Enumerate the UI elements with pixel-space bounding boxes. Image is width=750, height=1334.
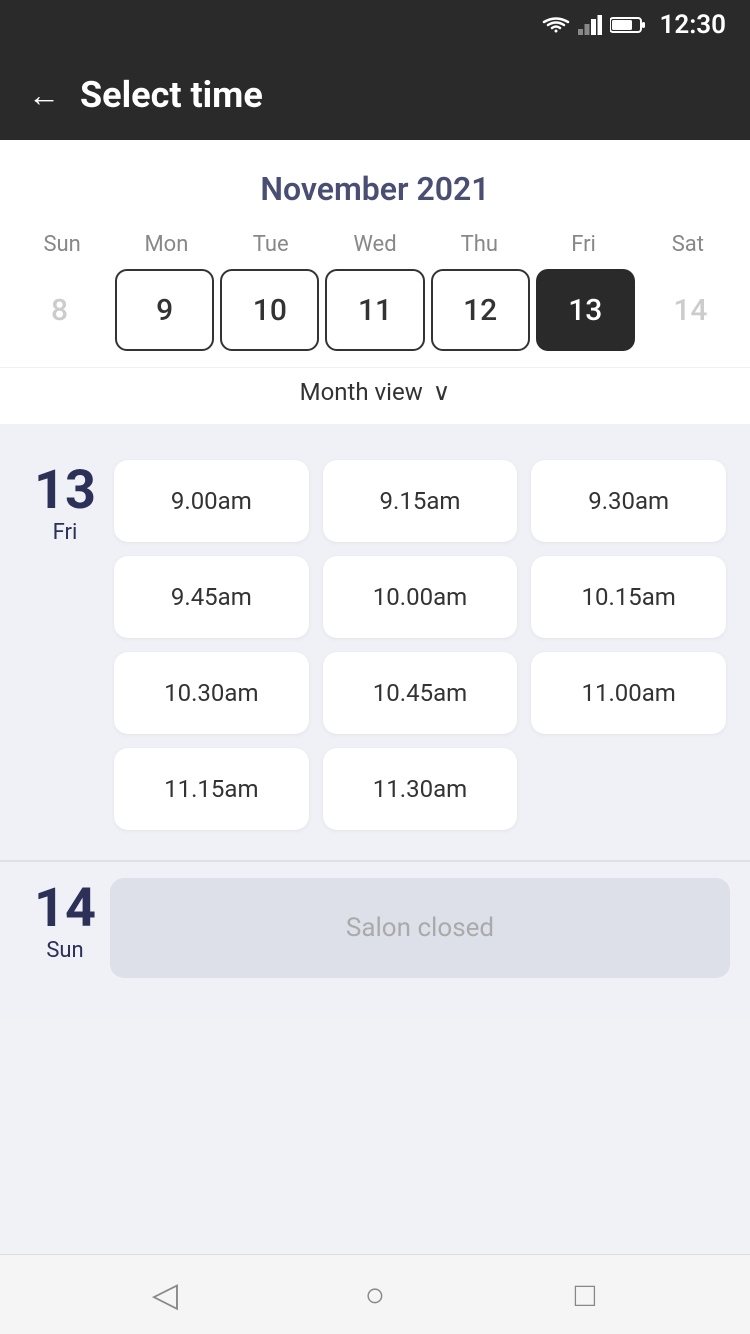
day-block-13: 13 Fri 9.00am 9.15am 9.30am 9.45am 10.00…: [0, 444, 750, 840]
month-title: November 2021: [0, 160, 750, 226]
day-name-14: Sun: [46, 938, 83, 963]
day-headers: Sun Mon Tue Wed Thu Fri Sat: [0, 226, 750, 269]
day-cell-11[interactable]: 11: [325, 269, 424, 351]
day-number-14: 14: [34, 882, 96, 936]
status-time: 12:30: [660, 10, 727, 40]
time-slot-1045[interactable]: 10.45am: [323, 652, 518, 734]
nav-home-button[interactable]: ○: [345, 1265, 405, 1325]
back-icon: ←: [28, 76, 60, 114]
nav-back-button[interactable]: ◁: [135, 1265, 195, 1325]
time-slot-930[interactable]: 9.30am: [531, 460, 726, 542]
week-row: 8 9 10 11 12 13 14: [0, 269, 750, 367]
status-bar: 12:30: [0, 0, 750, 50]
day-name-13: Fri: [53, 520, 78, 545]
day-cell-8[interactable]: 8: [10, 269, 109, 351]
signal-icon: [578, 15, 602, 35]
day-header-sun: Sun: [10, 226, 114, 269]
time-slot-915[interactable]: 9.15am: [323, 460, 518, 542]
day-header-tue: Tue: [219, 226, 323, 269]
bottom-nav: ◁ ○ □: [0, 1254, 750, 1334]
day-header-mon: Mon: [114, 226, 218, 269]
nav-recents-icon: □: [575, 1275, 596, 1315]
time-slot-900[interactable]: 9.00am: [114, 460, 309, 542]
time-slot-1000[interactable]: 10.00am: [323, 556, 518, 638]
day-label-13: 13 Fri: [20, 460, 110, 830]
timeslots-section-13: 13 Fri 9.00am 9.15am 9.30am 9.45am 10.00…: [0, 424, 750, 1018]
day-header-thu: Thu: [427, 226, 531, 269]
nav-home-icon: ○: [365, 1275, 386, 1315]
time-slot-1030[interactable]: 10.30am: [114, 652, 309, 734]
nav-back-icon: ◁: [152, 1275, 178, 1315]
month-view-toggle[interactable]: Month view ∨: [0, 367, 750, 424]
time-slot-1100[interactable]: 11.00am: [531, 652, 726, 734]
status-icons: 12:30: [542, 10, 727, 40]
day-header-fri: Fri: [531, 226, 635, 269]
nav-recents-button[interactable]: □: [555, 1265, 615, 1325]
day-number-13: 13: [34, 464, 96, 518]
day-cell-9[interactable]: 9: [115, 269, 214, 351]
day-cell-12[interactable]: 12: [431, 269, 530, 351]
day-header-wed: Wed: [323, 226, 427, 269]
day-cell-14[interactable]: 14: [641, 269, 740, 351]
chevron-down-icon: ∨: [433, 378, 451, 406]
wifi-icon: [542, 15, 570, 35]
timeslots-grid-13: 9.00am 9.15am 9.30am 9.45am 10.00am 10.1…: [110, 460, 730, 830]
day-cell-13[interactable]: 13: [536, 269, 635, 351]
app-header: ← Select time: [0, 50, 750, 140]
day-cell-10[interactable]: 10: [220, 269, 319, 351]
day-block-14: 14 Sun Salon closed: [0, 862, 750, 998]
time-slot-1115[interactable]: 11.15am: [114, 748, 309, 830]
time-slot-1015[interactable]: 10.15am: [531, 556, 726, 638]
back-button[interactable]: ←: [28, 76, 60, 114]
time-slot-945[interactable]: 9.45am: [114, 556, 309, 638]
month-view-label: Month view: [300, 378, 423, 406]
day-header-sat: Sat: [636, 226, 740, 269]
page-title: Select time: [80, 74, 263, 116]
time-slot-1130[interactable]: 11.30am: [323, 748, 518, 830]
battery-icon: [610, 16, 646, 34]
salon-closed-label: Salon closed: [110, 878, 730, 978]
day-label-14: 14 Sun: [20, 878, 110, 978]
calendar-section: November 2021 Sun Mon Tue Wed Thu Fri Sa…: [0, 140, 750, 424]
